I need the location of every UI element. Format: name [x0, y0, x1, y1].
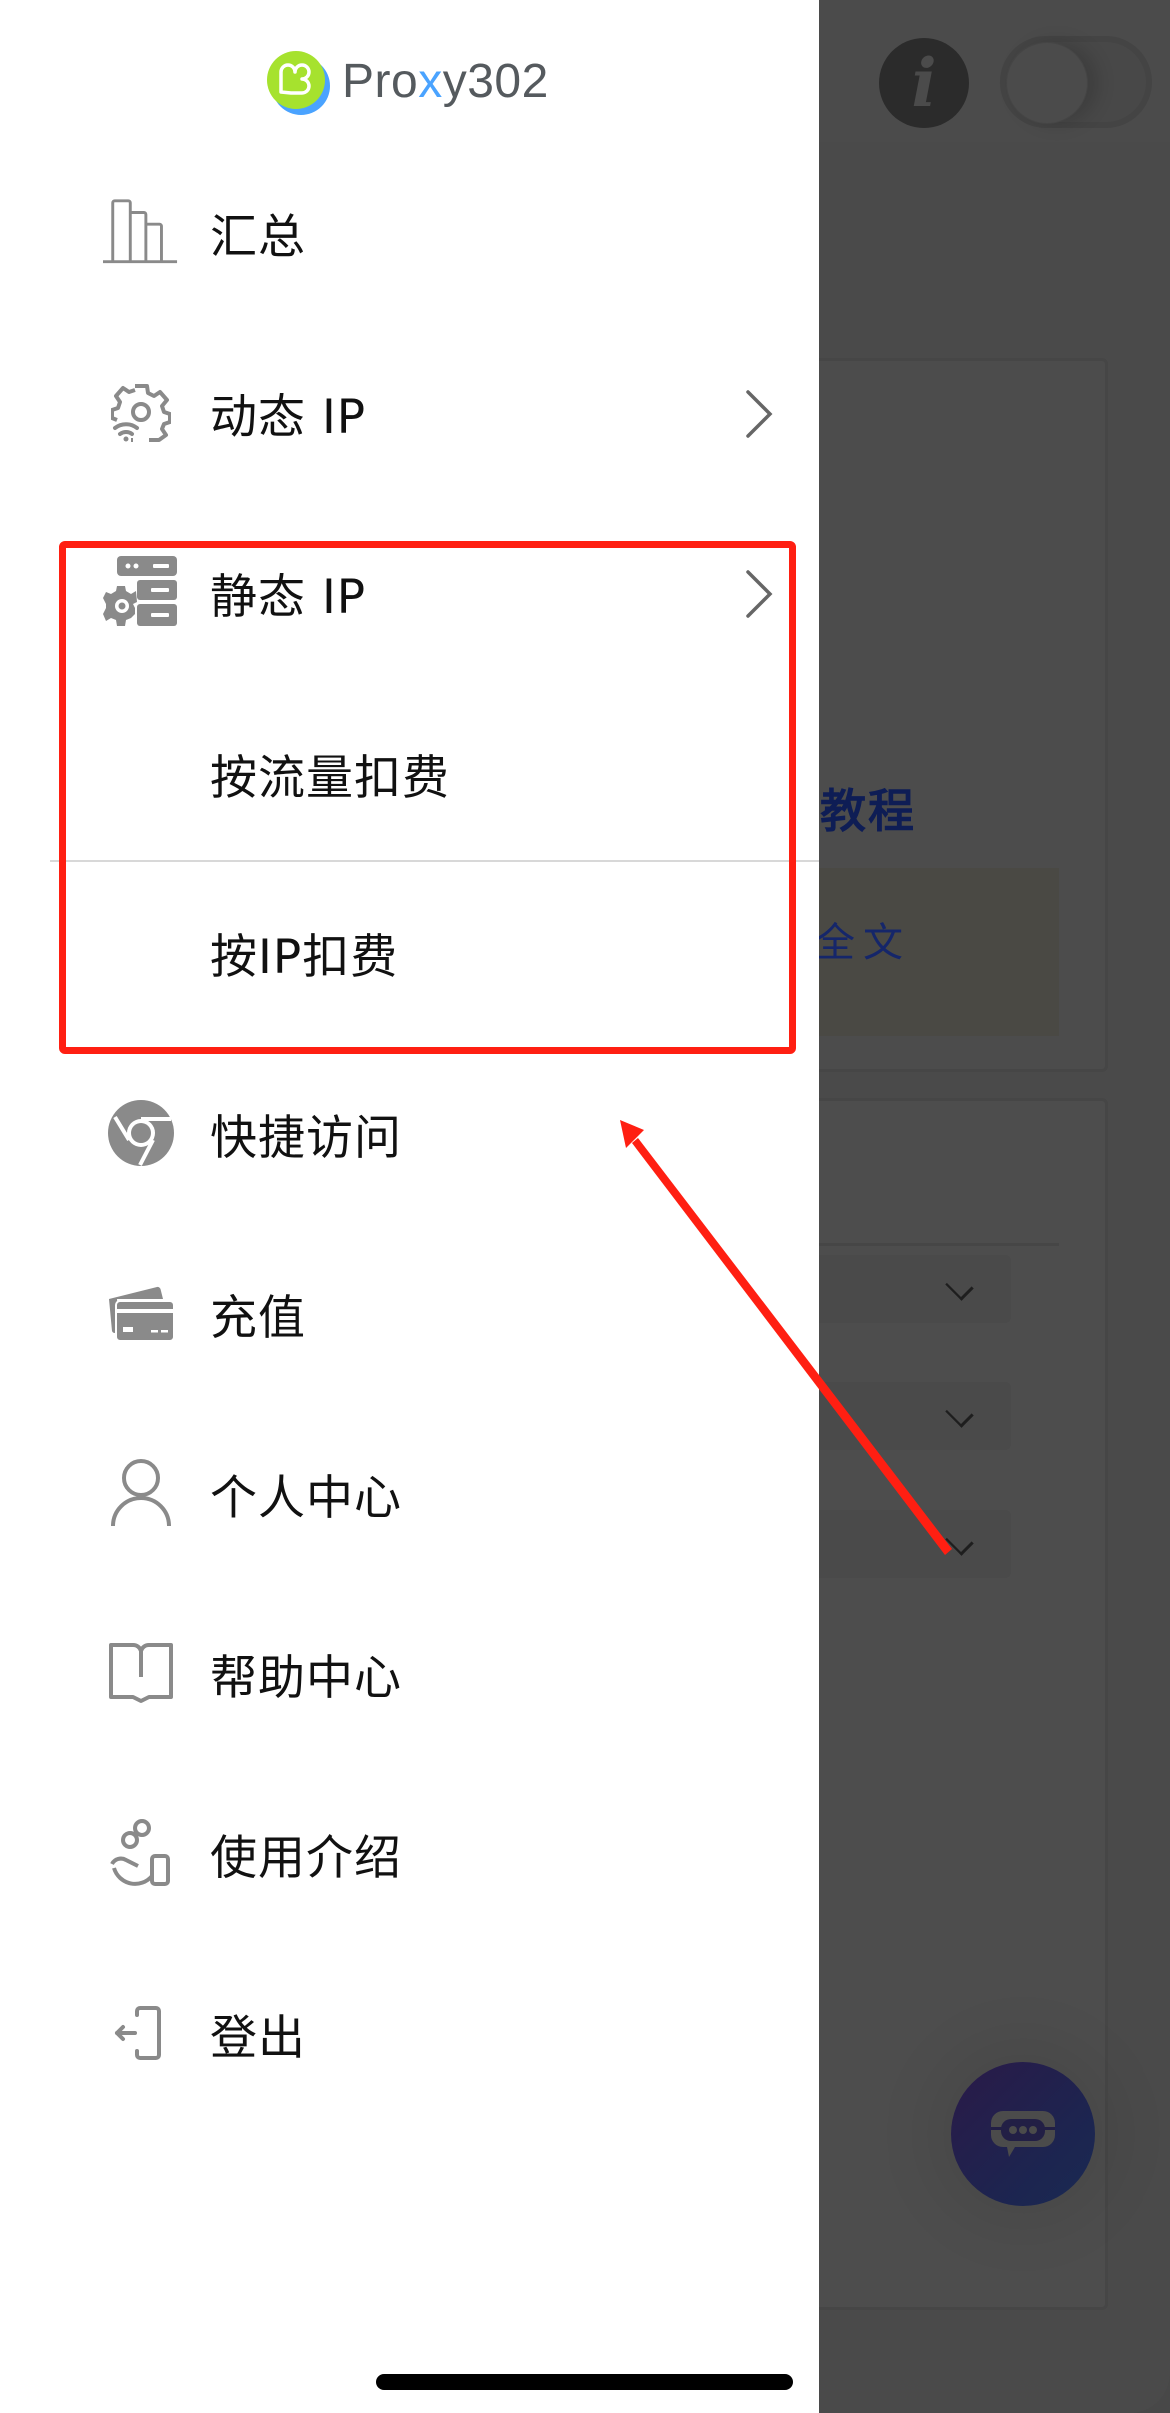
- brand-logo[interactable]: Proxy302: [264, 48, 549, 115]
- theme-toggle[interactable]: [1000, 36, 1152, 128]
- menu-label: 登出: [210, 2010, 306, 2066]
- menu-label: 充值: [210, 1290, 306, 1346]
- brand-name: Proxy302: [342, 54, 549, 108]
- proxy302-logo-icon: [264, 48, 330, 115]
- chevron-down-icon: [945, 1272, 974, 1301]
- bar-chart-icon: [103, 194, 179, 270]
- menu-label: 帮助中心: [210, 1650, 402, 1706]
- chevron-right-icon: [746, 570, 773, 618]
- chevron-down-icon: [945, 1399, 974, 1428]
- chevron-right-icon: [746, 390, 773, 438]
- submenu-label: 按IP扣费: [210, 929, 399, 985]
- menu-item-summary[interactable]: 汇总: [0, 177, 819, 287]
- menu-item-quick-access[interactable]: 快捷访问: [0, 1078, 819, 1188]
- book-icon: [103, 1635, 179, 1711]
- menu-item-profile[interactable]: 个人中心: [0, 1438, 819, 1548]
- hand-coin-icon: [103, 1815, 179, 1891]
- submenu-item-traffic-billing[interactable]: 按流量扣费: [0, 698, 819, 848]
- menu-label: 静态 IP: [210, 569, 367, 625]
- notice-link[interactable]: 全文: [815, 910, 911, 968]
- submenu-label: 按流量扣费: [210, 750, 450, 806]
- toggle-knob: [1006, 42, 1088, 124]
- menu-label: 动态 IP: [210, 389, 367, 445]
- chrome-icon: [103, 1095, 179, 1171]
- chat-button[interactable]: [951, 2062, 1095, 2206]
- server-gear-icon: [103, 554, 179, 630]
- tutorial-title: 教程: [820, 784, 916, 838]
- home-indicator: [376, 2374, 793, 2390]
- menu-item-dynamic-ip[interactable]: 动态 IP: [0, 357, 819, 467]
- menu-label: 汇总: [210, 209, 306, 265]
- credit-card-icon: [103, 1275, 179, 1351]
- user-icon: [103, 1455, 179, 1531]
- menu-item-logout[interactable]: 登出: [0, 1978, 819, 2088]
- menu-item-static-ip[interactable]: 静态 IP: [0, 537, 819, 647]
- menu-label: 个人中心: [210, 1470, 402, 1526]
- info-icon[interactable]: i: [879, 38, 969, 128]
- menu-item-recharge[interactable]: 充值: [0, 1258, 819, 1368]
- menu-item-help-center[interactable]: 帮助中心: [0, 1618, 819, 1728]
- menu-item-usage-guide[interactable]: 使用介绍: [0, 1798, 819, 1908]
- menu-label: 使用介绍: [210, 1830, 402, 1886]
- submenu-divider: [50, 860, 819, 862]
- chat-bubble-icon: [991, 2111, 1055, 2157]
- chevron-down-icon: [945, 1527, 974, 1556]
- submenu-item-ip-billing[interactable]: 按IP扣费: [0, 877, 819, 1027]
- logout-icon: [103, 1995, 179, 2071]
- navigation-drawer: Proxy302 汇总 动态 IP 静态 IP 按流量扣费 按IP扣费 快捷访问…: [0, 0, 819, 2413]
- menu-label: 快捷访问: [210, 1110, 402, 1166]
- gear-wifi-icon: [103, 374, 179, 450]
